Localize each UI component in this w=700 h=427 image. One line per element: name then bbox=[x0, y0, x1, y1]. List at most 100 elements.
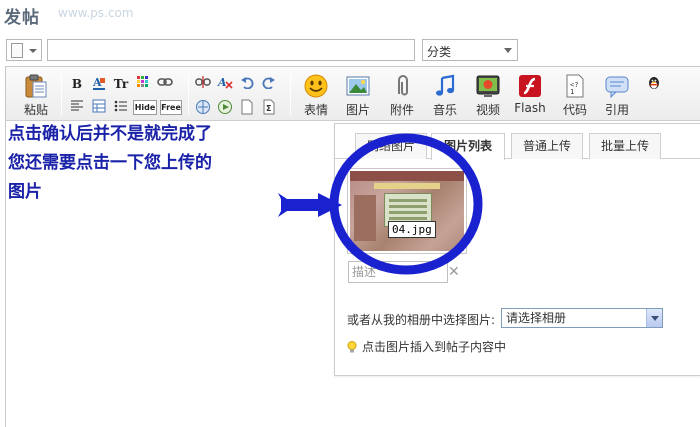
undo-button[interactable] bbox=[238, 75, 256, 93]
tab-web-image[interactable]: 网络图片 bbox=[355, 133, 427, 159]
video-player-icon bbox=[475, 73, 501, 99]
smiley-icon bbox=[303, 73, 329, 99]
toolbar-divider bbox=[188, 73, 189, 115]
video-label: 视频 bbox=[475, 103, 500, 117]
unlink-button[interactable] bbox=[194, 75, 212, 93]
hide-button[interactable]: Hide bbox=[133, 100, 157, 115]
subject-row: 分类 bbox=[0, 36, 700, 62]
qq-button[interactable] bbox=[642, 71, 666, 117]
link-icon bbox=[157, 78, 173, 86]
music-note-icon bbox=[432, 73, 458, 99]
paste-button[interactable]: 粘贴 bbox=[16, 71, 56, 117]
svg-text:1: 1 bbox=[570, 88, 574, 96]
formula-button[interactable]: Σ bbox=[260, 99, 278, 117]
editor-toolbar: 粘贴 B A Tr Hide Free A Σ 表情 图片 附件 音乐 视频 F… bbox=[6, 67, 700, 121]
toolbar-divider bbox=[61, 73, 62, 115]
insert-tip-text: 点击图片插入到帖子内容中 bbox=[362, 340, 507, 354]
image-globe-icon bbox=[196, 100, 210, 114]
list-button[interactable] bbox=[112, 99, 130, 117]
album-select[interactable]: 请选择相册 bbox=[501, 308, 663, 328]
picture-icon bbox=[345, 73, 371, 99]
bold-button[interactable]: B bbox=[68, 75, 86, 93]
undo-icon bbox=[241, 77, 254, 90]
emoticon-label: 表情 bbox=[303, 103, 328, 117]
image-filename-label: 04.jpg bbox=[388, 221, 436, 238]
code-button[interactable]: <? 1 代码 bbox=[555, 71, 595, 117]
media-icon bbox=[218, 100, 232, 114]
toolbar-divider bbox=[290, 73, 291, 115]
tab-batch-upload[interactable]: 批量上传 bbox=[589, 133, 661, 159]
insert-tip: 点击图片插入到帖子内容中 bbox=[347, 338, 506, 355]
table-icon bbox=[92, 99, 106, 113]
quote-label: 引用 bbox=[604, 103, 629, 117]
code-icon: <? 1 bbox=[562, 73, 588, 99]
page-button[interactable] bbox=[238, 99, 256, 117]
flash-icon bbox=[517, 73, 543, 99]
table-button[interactable] bbox=[90, 99, 108, 117]
remove-format-icon: A bbox=[217, 76, 233, 89]
thumbnail-image bbox=[350, 171, 464, 251]
font-size-button[interactable]: Tr bbox=[112, 75, 130, 93]
annotation-text: 点击确认后并不是就完成了 您还需要点击一下您上传的 图片 bbox=[8, 120, 308, 207]
album-label: 或者从我的相册中选择图片: bbox=[347, 313, 496, 327]
speech-bubble-icon bbox=[604, 73, 630, 99]
page-title: 发帖 bbox=[4, 8, 40, 28]
chevron-down-icon bbox=[29, 49, 37, 53]
font-color-button[interactable]: A bbox=[90, 75, 108, 93]
post-type-dropdown[interactable] bbox=[6, 39, 42, 61]
attachment-label: 附件 bbox=[389, 103, 414, 117]
delete-image-icon[interactable]: ✕ bbox=[448, 261, 460, 283]
flash-button[interactable]: Flash bbox=[510, 71, 550, 117]
unlink-icon bbox=[195, 76, 211, 88]
music-button[interactable]: 音乐 bbox=[425, 71, 465, 117]
svg-text:Σ: Σ bbox=[266, 104, 271, 113]
attachment-button[interactable]: 附件 bbox=[382, 71, 422, 117]
insert-image-small-button[interactable] bbox=[194, 99, 212, 117]
annotation-line: 图片 bbox=[8, 182, 42, 202]
clipboard-icon bbox=[23, 73, 49, 99]
redo-icon bbox=[262, 77, 275, 90]
image-label: 图片 bbox=[345, 103, 370, 117]
code-label: 代码 bbox=[562, 103, 587, 117]
redo-button[interactable] bbox=[260, 75, 278, 93]
free-button[interactable]: Free bbox=[160, 100, 182, 115]
tab-image-list[interactable]: 图片列表 bbox=[431, 133, 505, 160]
flash-label: Flash bbox=[514, 101, 546, 115]
color-grid-button[interactable] bbox=[134, 75, 152, 93]
align-left-icon bbox=[71, 100, 83, 111]
color-grid-icon bbox=[137, 76, 148, 87]
page-icon bbox=[241, 99, 253, 115]
paste-label: 粘贴 bbox=[23, 103, 48, 117]
title-strip: 发帖 www.ps.com bbox=[0, 0, 700, 30]
annotation-line: 点击确认后并不是就完成了 bbox=[8, 124, 212, 144]
watermark: www.ps.com bbox=[58, 6, 134, 20]
insert-media-small-button[interactable] bbox=[216, 99, 234, 117]
quote-button[interactable]: 引用 bbox=[597, 71, 637, 117]
music-label: 音乐 bbox=[432, 103, 457, 117]
formula-icon: Σ bbox=[263, 99, 275, 115]
category-selected: 分类 bbox=[427, 45, 452, 59]
paperclip-icon bbox=[389, 73, 415, 99]
image-description-input[interactable] bbox=[348, 261, 448, 283]
align-left-button[interactable] bbox=[68, 99, 86, 117]
subject-input[interactable] bbox=[47, 39, 415, 61]
uploaded-image-thumbnail[interactable] bbox=[347, 168, 467, 254]
image-button[interactable]: 图片 bbox=[338, 71, 378, 117]
font-color-icon: A bbox=[92, 76, 105, 90]
link-button[interactable] bbox=[156, 75, 174, 93]
emoticon-button[interactable]: 表情 bbox=[296, 71, 336, 117]
remove-format-button[interactable]: A bbox=[216, 75, 234, 93]
category-dropdown[interactable]: 分类 bbox=[422, 39, 518, 61]
album-select-value: 请选择相册 bbox=[506, 311, 567, 325]
chevron-down-icon bbox=[646, 309, 662, 327]
chevron-down-icon bbox=[504, 48, 512, 53]
video-button[interactable]: 视频 bbox=[468, 71, 508, 117]
tab-normal-upload[interactable]: 普通上传 bbox=[511, 133, 583, 159]
lightbulb-icon bbox=[347, 341, 357, 353]
panel-tabs: 网络图片 图片列表 普通上传 批量上传 bbox=[335, 133, 700, 160]
image-upload-panel: 网络图片 图片列表 普通上传 批量上传 ✕ 或者从我的相册中选择图片: 请选择相… bbox=[334, 123, 700, 376]
annotation-line: 您还需要点击一下您上传的 bbox=[8, 153, 212, 173]
list-icon bbox=[114, 100, 127, 112]
document-icon bbox=[11, 43, 23, 58]
penguin-icon bbox=[646, 75, 662, 91]
